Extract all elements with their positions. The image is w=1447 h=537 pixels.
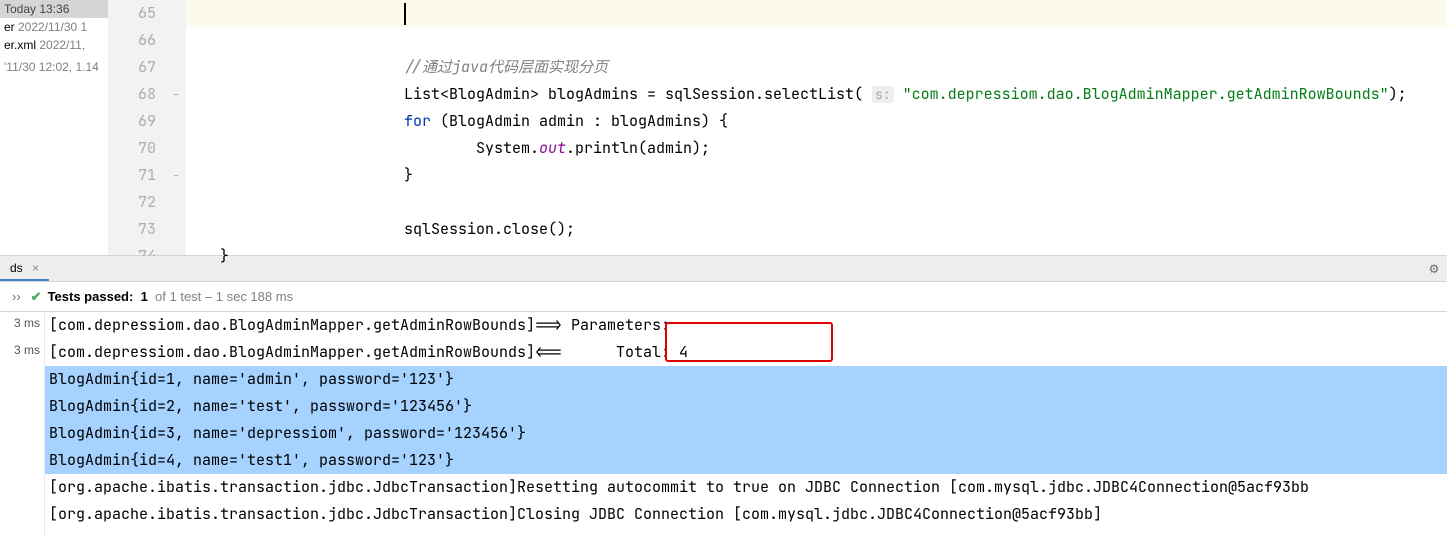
code-line[interactable]: System.out.println(admin); (186, 135, 1447, 162)
code-line[interactable]: } (186, 162, 1447, 189)
console-output[interactable]: [com.depressiom.dao.BlogAdminMapper.getA… (45, 312, 1447, 537)
line-number: 65 (108, 0, 166, 27)
console-time: 3 ms (0, 312, 44, 339)
tests-passed-label: Tests passed: 1 of 1 test – 1 sec 188 ms (48, 289, 294, 304)
code-line[interactable] (186, 27, 1447, 54)
fold-marker[interactable] (166, 216, 186, 243)
console-time-gutter: 3 ms3 ms (0, 312, 45, 537)
console-line[interactable]: BlogAdmin{id=1, name='admin', password='… (45, 366, 1447, 393)
code-editor[interactable]: //通过java代码层面实现分页List<BlogAdmin> blogAdmi… (186, 0, 1447, 255)
console-line[interactable]: [com.depressiom.dao.BlogAdminMapper.getA… (45, 312, 1447, 339)
code-line[interactable]: //通过java代码层面实现分页 (186, 54, 1447, 81)
project-sidebar[interactable]: Today 13:36er 2022/11/30 1er.xml 2022/11… (0, 0, 108, 255)
code-line[interactable]: sqlSession.close(); (186, 216, 1447, 243)
console-line[interactable]: [org.apache.ibatis.transaction.jdbc.Jdbc… (45, 474, 1447, 501)
code-line[interactable] (186, 0, 1447, 27)
fold-column[interactable]: −−− (166, 0, 186, 255)
app-root: Today 13:36er 2022/11/30 1er.xml 2022/11… (0, 0, 1447, 537)
line-number: 68 (108, 81, 166, 108)
code-line[interactable]: for (BlogAdmin admin : blogAdmins) { (186, 108, 1447, 135)
close-icon[interactable]: × (32, 261, 39, 275)
code-line[interactable]: List<BlogAdmin> blogAdmins = sqlSession.… (186, 81, 1447, 108)
console-pane: 3 ms3 ms [com.depressiom.dao.BlogAdminMa… (0, 312, 1447, 537)
console-line[interactable]: BlogAdmin{id=2, name='test', password='1… (45, 393, 1447, 420)
console-line[interactable]: BlogAdmin{id=3, name='depressiom', passw… (45, 420, 1447, 447)
fold-marker[interactable] (166, 27, 186, 54)
top-pane: Today 13:36er 2022/11/30 1er.xml 2022/11… (0, 0, 1447, 256)
fold-marker[interactable]: − (166, 162, 186, 189)
sidebar-item[interactable]: er 2022/11/30 1 (0, 18, 108, 36)
test-status-bar: ›› ✔ Tests passed: 1 of 1 test – 1 sec 1… (0, 282, 1447, 312)
sidebar-item[interactable]: '11/30 12:02, 1.14 (0, 58, 108, 76)
fold-marker[interactable] (166, 189, 186, 216)
run-tab[interactable]: ds × (0, 257, 49, 281)
console-line[interactable]: [org.apache.ibatis.transaction.jdbc.Jdbc… (45, 501, 1447, 528)
line-number: 73 (108, 216, 166, 243)
check-icon: ✔ (31, 289, 42, 305)
line-number: 70 (108, 135, 166, 162)
fold-marker[interactable] (166, 108, 186, 135)
line-number: 67 (108, 54, 166, 81)
line-number: 71 (108, 162, 166, 189)
code-line[interactable]: } (186, 243, 1447, 270)
console-time: 3 ms (0, 339, 44, 366)
run-tab-label: ds (10, 261, 23, 275)
text-caret (404, 3, 406, 25)
fold-marker[interactable] (166, 54, 186, 81)
sidebar-item[interactable]: er.xml 2022/11, (0, 36, 108, 54)
editor-gutter: 65666768697071727374 (108, 0, 166, 255)
line-number: 69 (108, 108, 166, 135)
fold-marker[interactable] (166, 0, 186, 27)
fold-marker[interactable]: − (166, 81, 186, 108)
console-line[interactable]: BlogAdmin{id=4, name='test1', password='… (45, 447, 1447, 474)
fold-marker[interactable] (166, 135, 186, 162)
sidebar-item[interactable]: Today 13:36 (0, 0, 108, 18)
chevron-right-icon[interactable]: ›› (12, 289, 21, 304)
console-line[interactable]: [com.depressiom.dao.BlogAdminMapper.getA… (45, 339, 1447, 366)
line-number: 72 (108, 189, 166, 216)
code-line[interactable] (186, 189, 1447, 216)
line-number: 66 (108, 27, 166, 54)
